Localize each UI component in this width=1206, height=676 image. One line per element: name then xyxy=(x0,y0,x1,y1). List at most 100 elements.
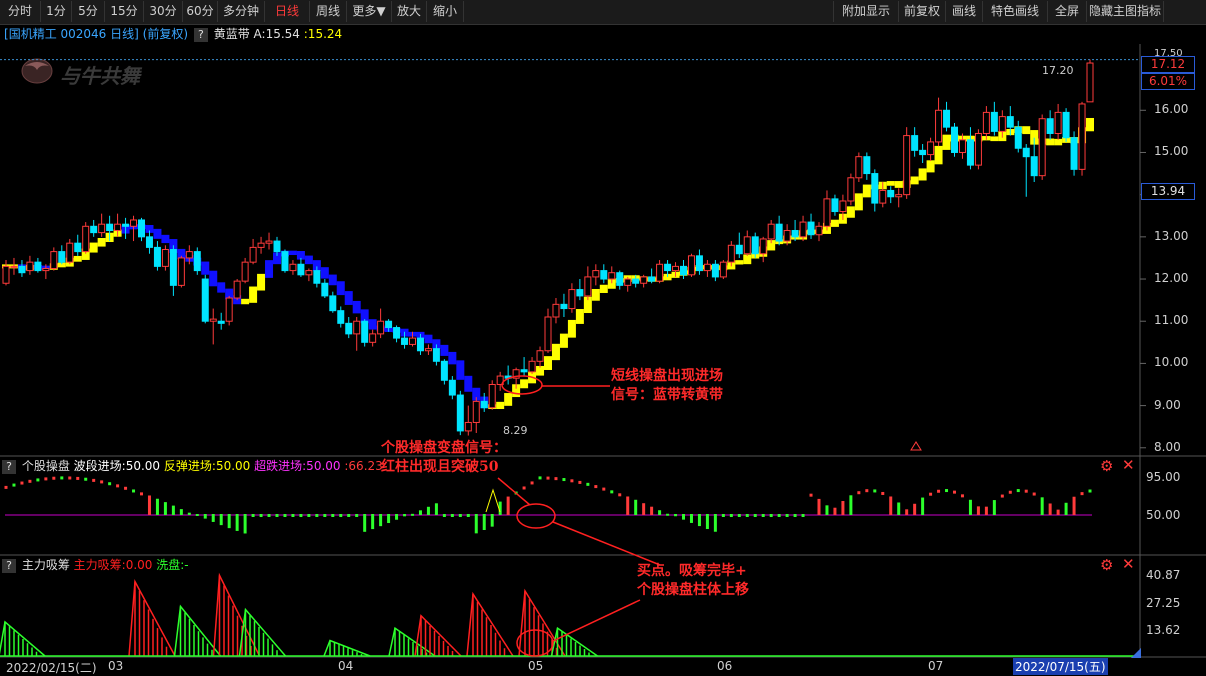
osc-bar xyxy=(418,510,422,515)
band-segment xyxy=(1038,138,1047,145)
candle-body xyxy=(145,236,153,248)
band-segment xyxy=(33,264,42,270)
toolbar-btn-10[interactable]: 放大 xyxy=(392,1,427,22)
candle-body xyxy=(711,263,719,278)
annotation-buy-line1: 买点。吸筹完毕+ xyxy=(637,563,747,579)
osc-bar xyxy=(817,498,821,515)
annotation-circle-entry xyxy=(501,375,543,395)
band-segment xyxy=(791,235,800,240)
toolbar-btn-11[interactable]: 缩小 xyxy=(427,1,464,22)
candle-body xyxy=(1078,103,1086,170)
toolbar-btn-8[interactable]: 周线 xyxy=(310,1,347,22)
candle-body xyxy=(1014,126,1022,149)
osc-bar xyxy=(570,479,574,483)
candle-body xyxy=(528,360,536,373)
vol-close-icon[interactable]: ✕ xyxy=(1122,555,1135,573)
osc-settings-icon[interactable]: ⚙ xyxy=(1100,457,1113,475)
toolbar-btn-7[interactable]: 日线 xyxy=(265,1,310,22)
indicator-name[interactable]: 黄蓝带 xyxy=(214,27,250,41)
osc-dot xyxy=(857,491,861,495)
osc-tick-50: 50.00 xyxy=(1146,508,1181,522)
band-segment xyxy=(934,145,943,165)
candle-body xyxy=(935,109,943,143)
candle-body xyxy=(313,270,321,284)
candle-body xyxy=(50,251,58,269)
osc-bar xyxy=(538,476,542,480)
price-tick-4: 13.00 xyxy=(1154,228,1189,243)
toolbar-btn-5[interactable]: 60分 xyxy=(183,1,218,22)
candle-body xyxy=(799,221,807,238)
osc-bar xyxy=(729,514,733,517)
toolbar-btn-9[interactable]: 更多▼ xyxy=(347,1,392,22)
osc-bar xyxy=(777,514,781,517)
candle-body xyxy=(887,189,895,198)
candle-body xyxy=(225,297,233,322)
band-segment xyxy=(193,257,202,266)
toolbar-btn-1[interactable]: 1分 xyxy=(41,1,72,22)
adjust-mode[interactable]: (前复权) xyxy=(143,27,188,41)
osc-bar xyxy=(434,503,438,515)
indicator-value-a: A:15.54 xyxy=(253,27,300,41)
toolbar-btn-0[interactable]: 分时 xyxy=(0,1,41,22)
stock-title[interactable]: [国机精工 002046 日线] xyxy=(4,27,139,41)
toolbar-right-btn-1[interactable]: 前复权 xyxy=(898,1,946,22)
osc-dot xyxy=(578,480,582,484)
osc-title[interactable]: 个股操盘 xyxy=(22,459,70,473)
band-segment xyxy=(153,228,162,239)
osc-close-icon[interactable]: ✕ xyxy=(1122,456,1135,474)
band-segment xyxy=(145,225,154,233)
toolbar-btn-2[interactable]: 5分 xyxy=(72,1,105,22)
candle-body xyxy=(592,270,600,278)
candle-body xyxy=(783,230,791,242)
candle-body xyxy=(1054,111,1062,134)
osc-bar xyxy=(849,495,853,515)
candle-body xyxy=(1062,111,1070,139)
vol-settings-icon[interactable]: ⚙ xyxy=(1100,556,1113,574)
osc-help-icon[interactable]: ? xyxy=(2,460,16,474)
candle-body xyxy=(512,369,520,379)
annotation-turn-line1: 个股操盘变盘信号： xyxy=(381,440,507,456)
price-tick-8: 9.00 xyxy=(1154,397,1181,412)
toolbar-right-btn-2[interactable]: 画线 xyxy=(945,1,983,22)
chart-info-bar: [国机精工 002046 日线] (前复权) ? 黄蓝带 A:15.54 :15… xyxy=(0,25,1206,43)
toolbar-right-btn-3[interactable]: 特色画线 xyxy=(982,1,1048,22)
band-segment xyxy=(631,275,640,281)
band-segment xyxy=(17,264,26,271)
band-segment xyxy=(424,334,433,344)
toolbar-btn-3[interactable]: 15分 xyxy=(105,1,144,22)
candle-body xyxy=(153,246,161,267)
toolbar-right-btn-0[interactable]: 附加显示 xyxy=(833,1,899,22)
candle-body xyxy=(185,251,193,259)
osc-bar xyxy=(187,512,191,515)
vol-absorb-line xyxy=(550,626,598,657)
candle-body xyxy=(958,139,966,153)
vol-title[interactable]: 主力吸筹 xyxy=(22,558,70,572)
candle-body xyxy=(58,251,66,263)
scroll-corner-icon[interactable] xyxy=(1131,648,1141,658)
osc-bar xyxy=(1048,503,1052,515)
candle-body xyxy=(448,379,456,396)
help-icon[interactable]: ? xyxy=(193,28,208,42)
candle-body xyxy=(106,223,114,232)
band-segment xyxy=(1014,126,1023,134)
osc-bar xyxy=(626,496,630,515)
toolbar-right-btn-4[interactable]: 全屏 xyxy=(1047,1,1087,22)
price-tick-7: 10.00 xyxy=(1154,355,1189,370)
toolbar-right-btn-5[interactable]: 隐藏主图指标 xyxy=(1086,1,1164,22)
candlestick-chart[interactable] xyxy=(0,0,1206,675)
osc-oversold-entry: 超跌进场:50.00 xyxy=(254,459,341,473)
vol-help-icon[interactable]: ? xyxy=(2,559,16,573)
band-segment xyxy=(878,181,887,190)
osc-dot xyxy=(20,481,24,485)
candle-body xyxy=(608,272,616,280)
osc-bar xyxy=(450,514,454,517)
band-segment xyxy=(304,255,313,265)
band-segment xyxy=(719,265,728,271)
band-segment xyxy=(464,375,473,392)
band-segment xyxy=(265,260,274,278)
band-segment xyxy=(639,276,648,282)
x-month-03: 03 xyxy=(108,659,124,673)
toolbar-btn-6[interactable]: 多分钟 xyxy=(218,1,265,22)
toolbar-btn-4[interactable]: 30分 xyxy=(144,1,183,22)
vol-tick-1: 40.87 xyxy=(1146,568,1181,582)
